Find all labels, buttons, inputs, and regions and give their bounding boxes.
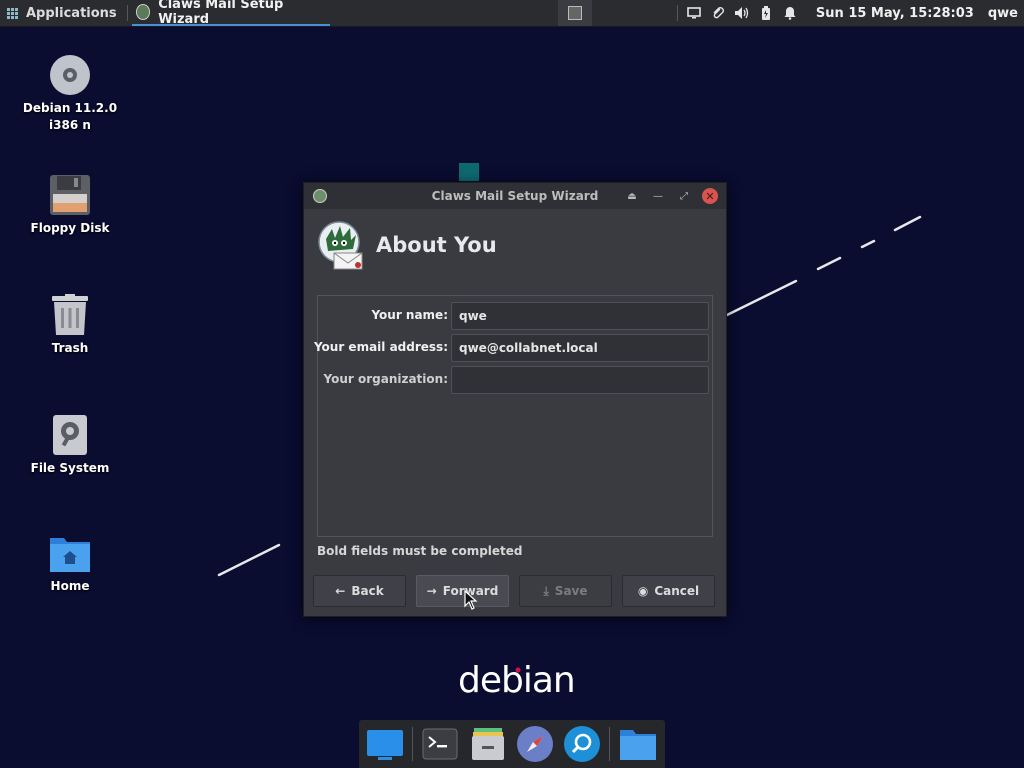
back-button-label: Back	[351, 584, 384, 598]
desktop-icon-label: Home	[50, 579, 90, 593]
required-fields-note: Bold fields must be completed	[317, 544, 523, 558]
cancel-button-label: Cancel	[654, 584, 700, 598]
floppy-icon	[50, 175, 90, 215]
debian-logo-dot	[515, 667, 521, 673]
form-row-name: Your name:	[318, 301, 712, 331]
download-icon: ⤓	[543, 583, 549, 598]
dock-item-search[interactable]	[562, 724, 601, 764]
wizard-header: About You	[318, 221, 497, 270]
desktop-icon-label: Debian 11.2.0 i386 n	[22, 101, 118, 132]
dock-item-file-manager[interactable]	[468, 724, 507, 764]
name-label: Your name:	[371, 308, 448, 322]
cancel-icon: ◉	[637, 584, 649, 598]
mouse-cursor-icon	[464, 590, 478, 610]
dock-separator	[412, 727, 413, 761]
forward-button[interactable]: → Forward	[416, 575, 509, 607]
dock-item-terminal[interactable]	[421, 724, 460, 764]
minimize-button[interactable]: —	[650, 188, 666, 204]
back-button[interactable]: ← Back	[313, 575, 406, 607]
claws-mail-logo-icon	[318, 221, 363, 270]
page-title: About You	[376, 233, 497, 257]
disc-icon	[50, 55, 90, 95]
terminal-icon	[422, 728, 458, 760]
desktop-icon-trash[interactable]: Trash	[15, 294, 125, 357]
organization-field[interactable]	[451, 366, 709, 394]
dock-item-desktop[interactable]	[365, 724, 404, 764]
desktop-icon-label: Trash	[51, 341, 89, 355]
desktop-icon-home[interactable]: Home	[15, 534, 125, 595]
search-icon	[563, 726, 600, 762]
email-field[interactable]	[451, 334, 709, 362]
dock-item-web-browser[interactable]	[515, 724, 554, 764]
form-row-organization: Your organization:	[318, 365, 712, 395]
arrow-right-icon: →	[426, 584, 437, 598]
setup-wizard-dialog: Claws Mail Setup Wizard ⏏ — ⤢ ✕ About Yo…	[303, 182, 727, 617]
shade-button[interactable]: ⏏	[624, 188, 640, 204]
desktop-icon-debian-disc[interactable]: Debian 11.2.0 i386 n	[15, 54, 125, 134]
email-label: Your email address:	[313, 340, 448, 354]
close-button[interactable]: ✕	[702, 188, 718, 204]
desktop-icon-label: Floppy Disk	[30, 221, 110, 235]
hard-drive-icon	[53, 415, 87, 455]
wizard-buttons: ← Back → Forward ⤓ Save ◉ Cancel	[313, 575, 717, 608]
save-button[interactable]: ⤓ Save	[519, 575, 612, 607]
desktop-icon-label: File System	[30, 461, 110, 475]
home-folder-icon	[50, 538, 90, 572]
save-button-label: Save	[554, 584, 588, 598]
dock-item-folder[interactable]	[618, 724, 657, 764]
about-you-form: Your name: Your email address: Your orga…	[314, 295, 713, 537]
name-field[interactable]	[451, 302, 709, 330]
dock	[359, 720, 665, 768]
maximize-button[interactable]: ⤢	[676, 188, 692, 204]
desktop-icon	[366, 730, 403, 760]
folder-icon	[619, 730, 656, 760]
organization-label: Your organization:	[323, 372, 449, 386]
desktop-icon-floppy-disk[interactable]: Floppy Disk	[15, 174, 125, 237]
trash-icon	[52, 294, 88, 335]
dock-separator	[609, 727, 611, 761]
desktop-icon-file-system[interactable]: File System	[15, 414, 125, 477]
form-row-email: Your email address:	[314, 333, 712, 363]
arrow-left-icon: ←	[335, 584, 346, 598]
dialog-titlebar[interactable]: Claws Mail Setup Wizard ⏏ — ⤢ ✕	[304, 183, 726, 209]
cancel-button[interactable]: ◉ Cancel	[622, 575, 715, 607]
file-manager-icon	[471, 728, 504, 760]
web-browser-icon	[516, 726, 553, 762]
